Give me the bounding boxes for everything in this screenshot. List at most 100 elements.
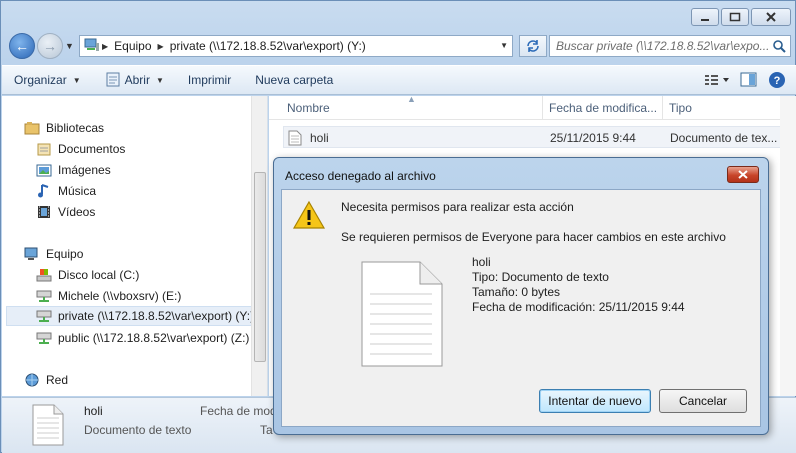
breadcrumb-separator-icon: ▶ — [157, 41, 164, 51]
sort-ascending-icon: ▲ — [407, 94, 416, 104]
caption-buttons — [691, 8, 791, 26]
network-drive-icon — [36, 330, 52, 346]
sidebar-item-libraries[interactable]: Bibliotecas — [24, 118, 104, 138]
new-folder-button[interactable]: Nueva carpeta — [243, 73, 345, 87]
sidebar-item-private[interactable]: private (\\172.18.8.52\var\export) (Y:) — [6, 306, 254, 326]
notepad-icon — [105, 71, 121, 90]
dialog-file-size: Tamaño: 0 bytes — [472, 285, 561, 299]
computer-icon — [24, 246, 40, 262]
dialog-file-date: Fecha de modificación: 25/11/2015 9:44 — [472, 300, 685, 314]
help-icon[interactable]: ? — [768, 71, 786, 92]
dialog-body: Necesita permisos para realizar esta acc… — [281, 189, 761, 427]
organize-label: Organizar — [14, 73, 67, 87]
videos-icon — [36, 204, 52, 220]
minimize-icon[interactable] — [691, 8, 719, 26]
file-type: Documento de tex... — [670, 131, 778, 145]
open-label: Abrir — [124, 73, 150, 87]
sidebar-item-local-disk[interactable]: Disco local (C:) — [36, 265, 139, 285]
column-divider[interactable] — [662, 96, 663, 120]
address-dropdown-icon[interactable]: ▼ — [500, 41, 508, 50]
search-input[interactable]: Buscar private (\\172.18.8.52\var\expo..… — [549, 35, 791, 57]
back-button[interactable]: ← — [9, 33, 35, 59]
column-date[interactable]: Fecha de modifica... — [549, 101, 657, 115]
scrollbar-thumb[interactable] — [254, 172, 266, 362]
cancel-button[interactable]: Cancelar — [659, 389, 747, 413]
refresh-button[interactable] — [519, 35, 547, 57]
search-icon[interactable] — [772, 39, 786, 56]
preview-pane-icon[interactable] — [740, 72, 758, 91]
file-date: 25/11/2015 9:44 — [550, 131, 636, 145]
sidebar-item-music[interactable]: Música — [36, 181, 96, 201]
explorer-window: ← → ▼ ▶ Equipo ▶ private (\\172.18.8.52\… — [0, 0, 796, 453]
sidebar-item-michele[interactable]: Michele (\\vboxsrv) (E:) — [36, 286, 181, 306]
dialog-title: Acceso denegado al archivo — [285, 169, 436, 183]
computer-icon — [84, 38, 100, 55]
dialog-message: Necesita permisos para realizar esta acc… — [341, 200, 574, 214]
search-placeholder: Buscar private (\\172.18.8.52\var\expo..… — [556, 39, 770, 53]
close-icon[interactable] — [751, 8, 791, 26]
network-drive-icon — [36, 308, 52, 324]
forward-button[interactable]: → — [37, 33, 63, 59]
sidebar-label: Vídeos — [58, 205, 96, 219]
sidebar-label: Documentos — [58, 142, 126, 156]
open-button[interactable]: Abrir ▼ — [93, 71, 176, 90]
sidebar-label: private (\\172.18.8.52\var\export) (Y:) — [58, 309, 255, 323]
text-file-icon — [288, 130, 302, 149]
sidebar-item-documents[interactable]: Documentos — [36, 139, 125, 159]
column-headers: ▲ Nombre Fecha de modifica... Tipo — [269, 94, 796, 120]
documents-icon — [36, 141, 52, 157]
details-size-label: Ta — [260, 423, 273, 437]
details-date-label: Fecha de modc — [200, 404, 283, 418]
music-icon — [36, 183, 52, 199]
sidebar-label: Red — [46, 373, 69, 387]
dialog-file-type: Tipo: Documento de texto — [472, 270, 609, 284]
close-icon — [738, 170, 748, 179]
file-row[interactable]: holi 25/11/2015 9:44 Documento de tex... — [283, 126, 791, 148]
command-bar: Organizar ▼ Abrir ▼ Imprimir Nueva carpe… — [2, 65, 796, 95]
file-list-scrollbar[interactable] — [780, 96, 796, 396]
dialog-close-button[interactable] — [727, 166, 759, 183]
print-button[interactable]: Imprimir — [176, 73, 243, 87]
navigation-pane: Bibliotecas Documentos Imágenes Música V… — [2, 96, 268, 396]
maximize-icon[interactable] — [721, 8, 749, 26]
column-name[interactable]: Nombre — [287, 101, 330, 115]
print-label: Imprimir — [187, 73, 232, 87]
breadcrumb-separator-icon: ▶ — [102, 41, 109, 51]
warning-icon — [292, 200, 326, 233]
retry-button[interactable]: Intentar de nuevo — [539, 389, 651, 413]
recent-pages-chevron-icon[interactable]: ▼ — [65, 41, 74, 51]
sidebar-label: Equipo — [46, 247, 84, 261]
column-divider[interactable] — [542, 96, 543, 120]
text-file-large-icon — [360, 260, 444, 371]
sidebar-label: Michele (\\vboxsrv) (E:) — [58, 289, 182, 303]
sidebar-label: Disco local (C:) — [58, 268, 140, 282]
sidebar-item-images[interactable]: Imágenes — [36, 160, 111, 180]
chevron-down-icon: ▼ — [72, 75, 81, 85]
breadcrumb-equipo[interactable]: Equipo — [114, 39, 151, 53]
navigation-scrollbar[interactable] — [251, 96, 267, 396]
details-name: holi — [84, 404, 103, 418]
network-icon — [24, 372, 40, 388]
organize-button[interactable]: Organizar ▼ — [2, 73, 93, 87]
dialog-detail: Se requieren permisos de Everyone para h… — [341, 230, 726, 244]
sidebar-label: Imágenes — [58, 163, 111, 177]
sidebar-item-network[interactable]: Red — [24, 370, 68, 390]
access-denied-dialog: Acceso denegado al archivo Necesita perm… — [273, 157, 769, 435]
sidebar-item-computer[interactable]: Equipo — [24, 244, 83, 264]
view-options-icon[interactable] — [704, 73, 730, 90]
sidebar-item-public[interactable]: public (\\172.18.8.52\var\export) (Z:) — [36, 328, 249, 348]
images-icon — [36, 162, 52, 178]
refresh-icon — [527, 40, 539, 52]
sidebar-label: Música — [58, 184, 97, 198]
column-type[interactable]: Tipo — [669, 101, 692, 115]
address-bar[interactable]: ▶ Equipo ▶ private (\\172.18.8.52\var\ex… — [79, 35, 513, 57]
chevron-down-icon: ▼ — [155, 75, 164, 85]
breadcrumb-private[interactable]: private (\\172.18.8.52\var\export) (Y:) — [170, 39, 366, 53]
text-file-large-icon — [32, 404, 64, 449]
new-folder-label: Nueva carpeta — [255, 73, 334, 87]
details-type: Documento de texto — [84, 423, 192, 437]
file-name: holi — [310, 131, 329, 145]
sidebar-item-videos[interactable]: Vídeos — [36, 202, 95, 222]
network-drive-icon — [36, 288, 52, 304]
address-row: ← → ▼ ▶ Equipo ▶ private (\\172.18.8.52\… — [7, 33, 791, 61]
